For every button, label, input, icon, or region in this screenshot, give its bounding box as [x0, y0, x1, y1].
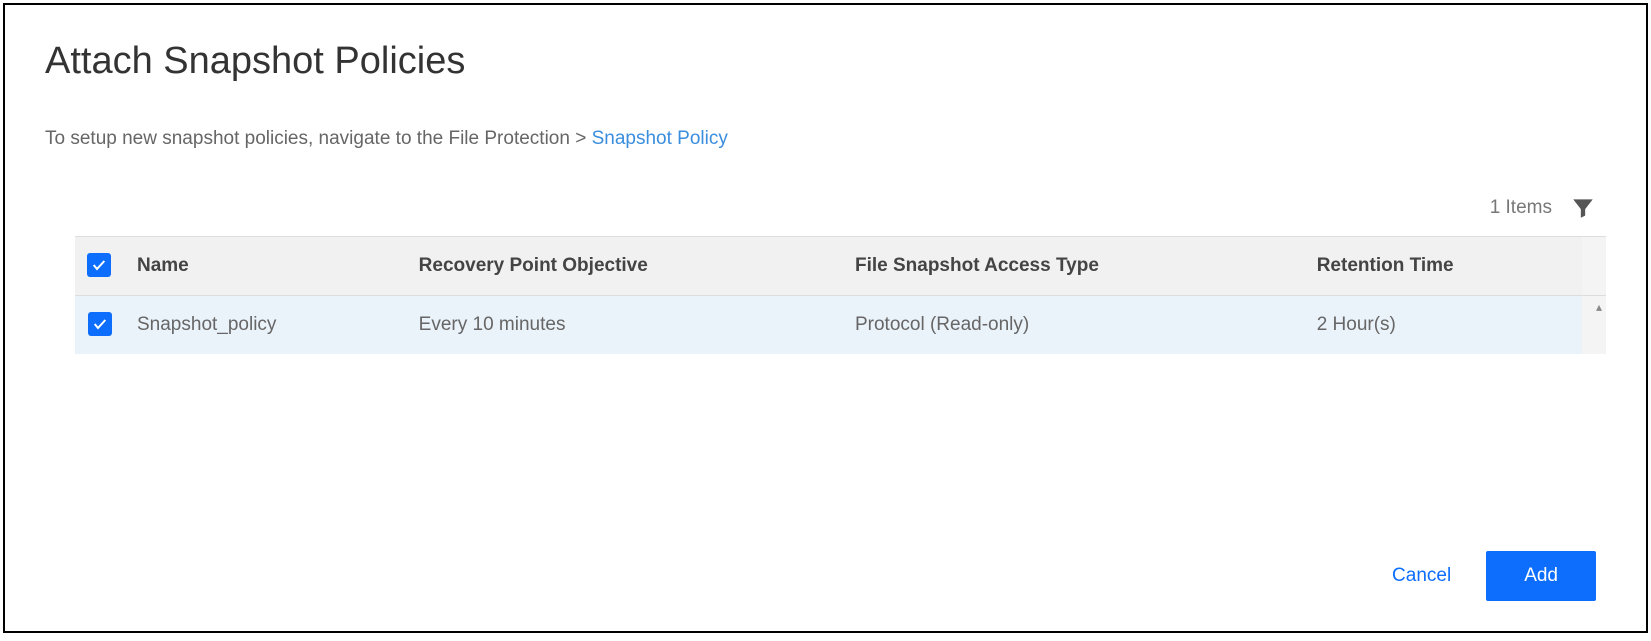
table-row[interactable]: Snapshot_policy Every 10 minutes Protoco… [75, 296, 1606, 355]
header-access-type[interactable]: File Snapshot Access Type [843, 237, 1305, 296]
dialog-footer: Cancel Add [45, 531, 1606, 601]
row-retention: 2 Hour(s) [1305, 296, 1582, 355]
snapshot-policy-link[interactable]: Snapshot Policy [592, 128, 728, 149]
row-checkbox-cell [75, 296, 125, 355]
header-rpo[interactable]: Recovery Point Objective [407, 237, 843, 296]
table-area: 1 Items Name Recovery Point Objective Fi… [45, 195, 1606, 531]
header-name[interactable]: Name [125, 237, 407, 296]
instruction-text: To setup new snapshot policies, navigate… [45, 128, 1606, 150]
instruction-prefix: To setup new snapshot policies, navigate… [45, 128, 592, 149]
row-access-type: Protocol (Read-only) [843, 296, 1305, 355]
row-checkbox[interactable] [88, 312, 112, 336]
row-scroll-stub: ▴ [1582, 296, 1606, 355]
policies-table: Name Recovery Point Objective File Snaps… [75, 236, 1606, 354]
dialog-title: Attach Snapshot Policies [45, 40, 1606, 83]
row-name: Snapshot_policy [125, 296, 407, 355]
scroll-up-arrow-icon[interactable]: ▴ [1596, 300, 1602, 314]
header-retention[interactable]: Retention Time [1305, 237, 1582, 296]
filter-icon[interactable] [1570, 195, 1596, 221]
items-count: 1 Items [1490, 197, 1552, 219]
header-checkbox-cell [75, 237, 125, 296]
row-rpo: Every 10 minutes [407, 296, 843, 355]
cancel-button[interactable]: Cancel [1392, 565, 1451, 587]
attach-snapshot-policies-dialog: Attach Snapshot Policies To setup new sn… [3, 3, 1648, 633]
table-toolbar: 1 Items [75, 195, 1606, 236]
header-scroll-stub [1582, 237, 1606, 296]
add-button[interactable]: Add [1486, 551, 1596, 601]
table-header-row: Name Recovery Point Objective File Snaps… [75, 237, 1606, 296]
select-all-checkbox[interactable] [87, 253, 111, 277]
